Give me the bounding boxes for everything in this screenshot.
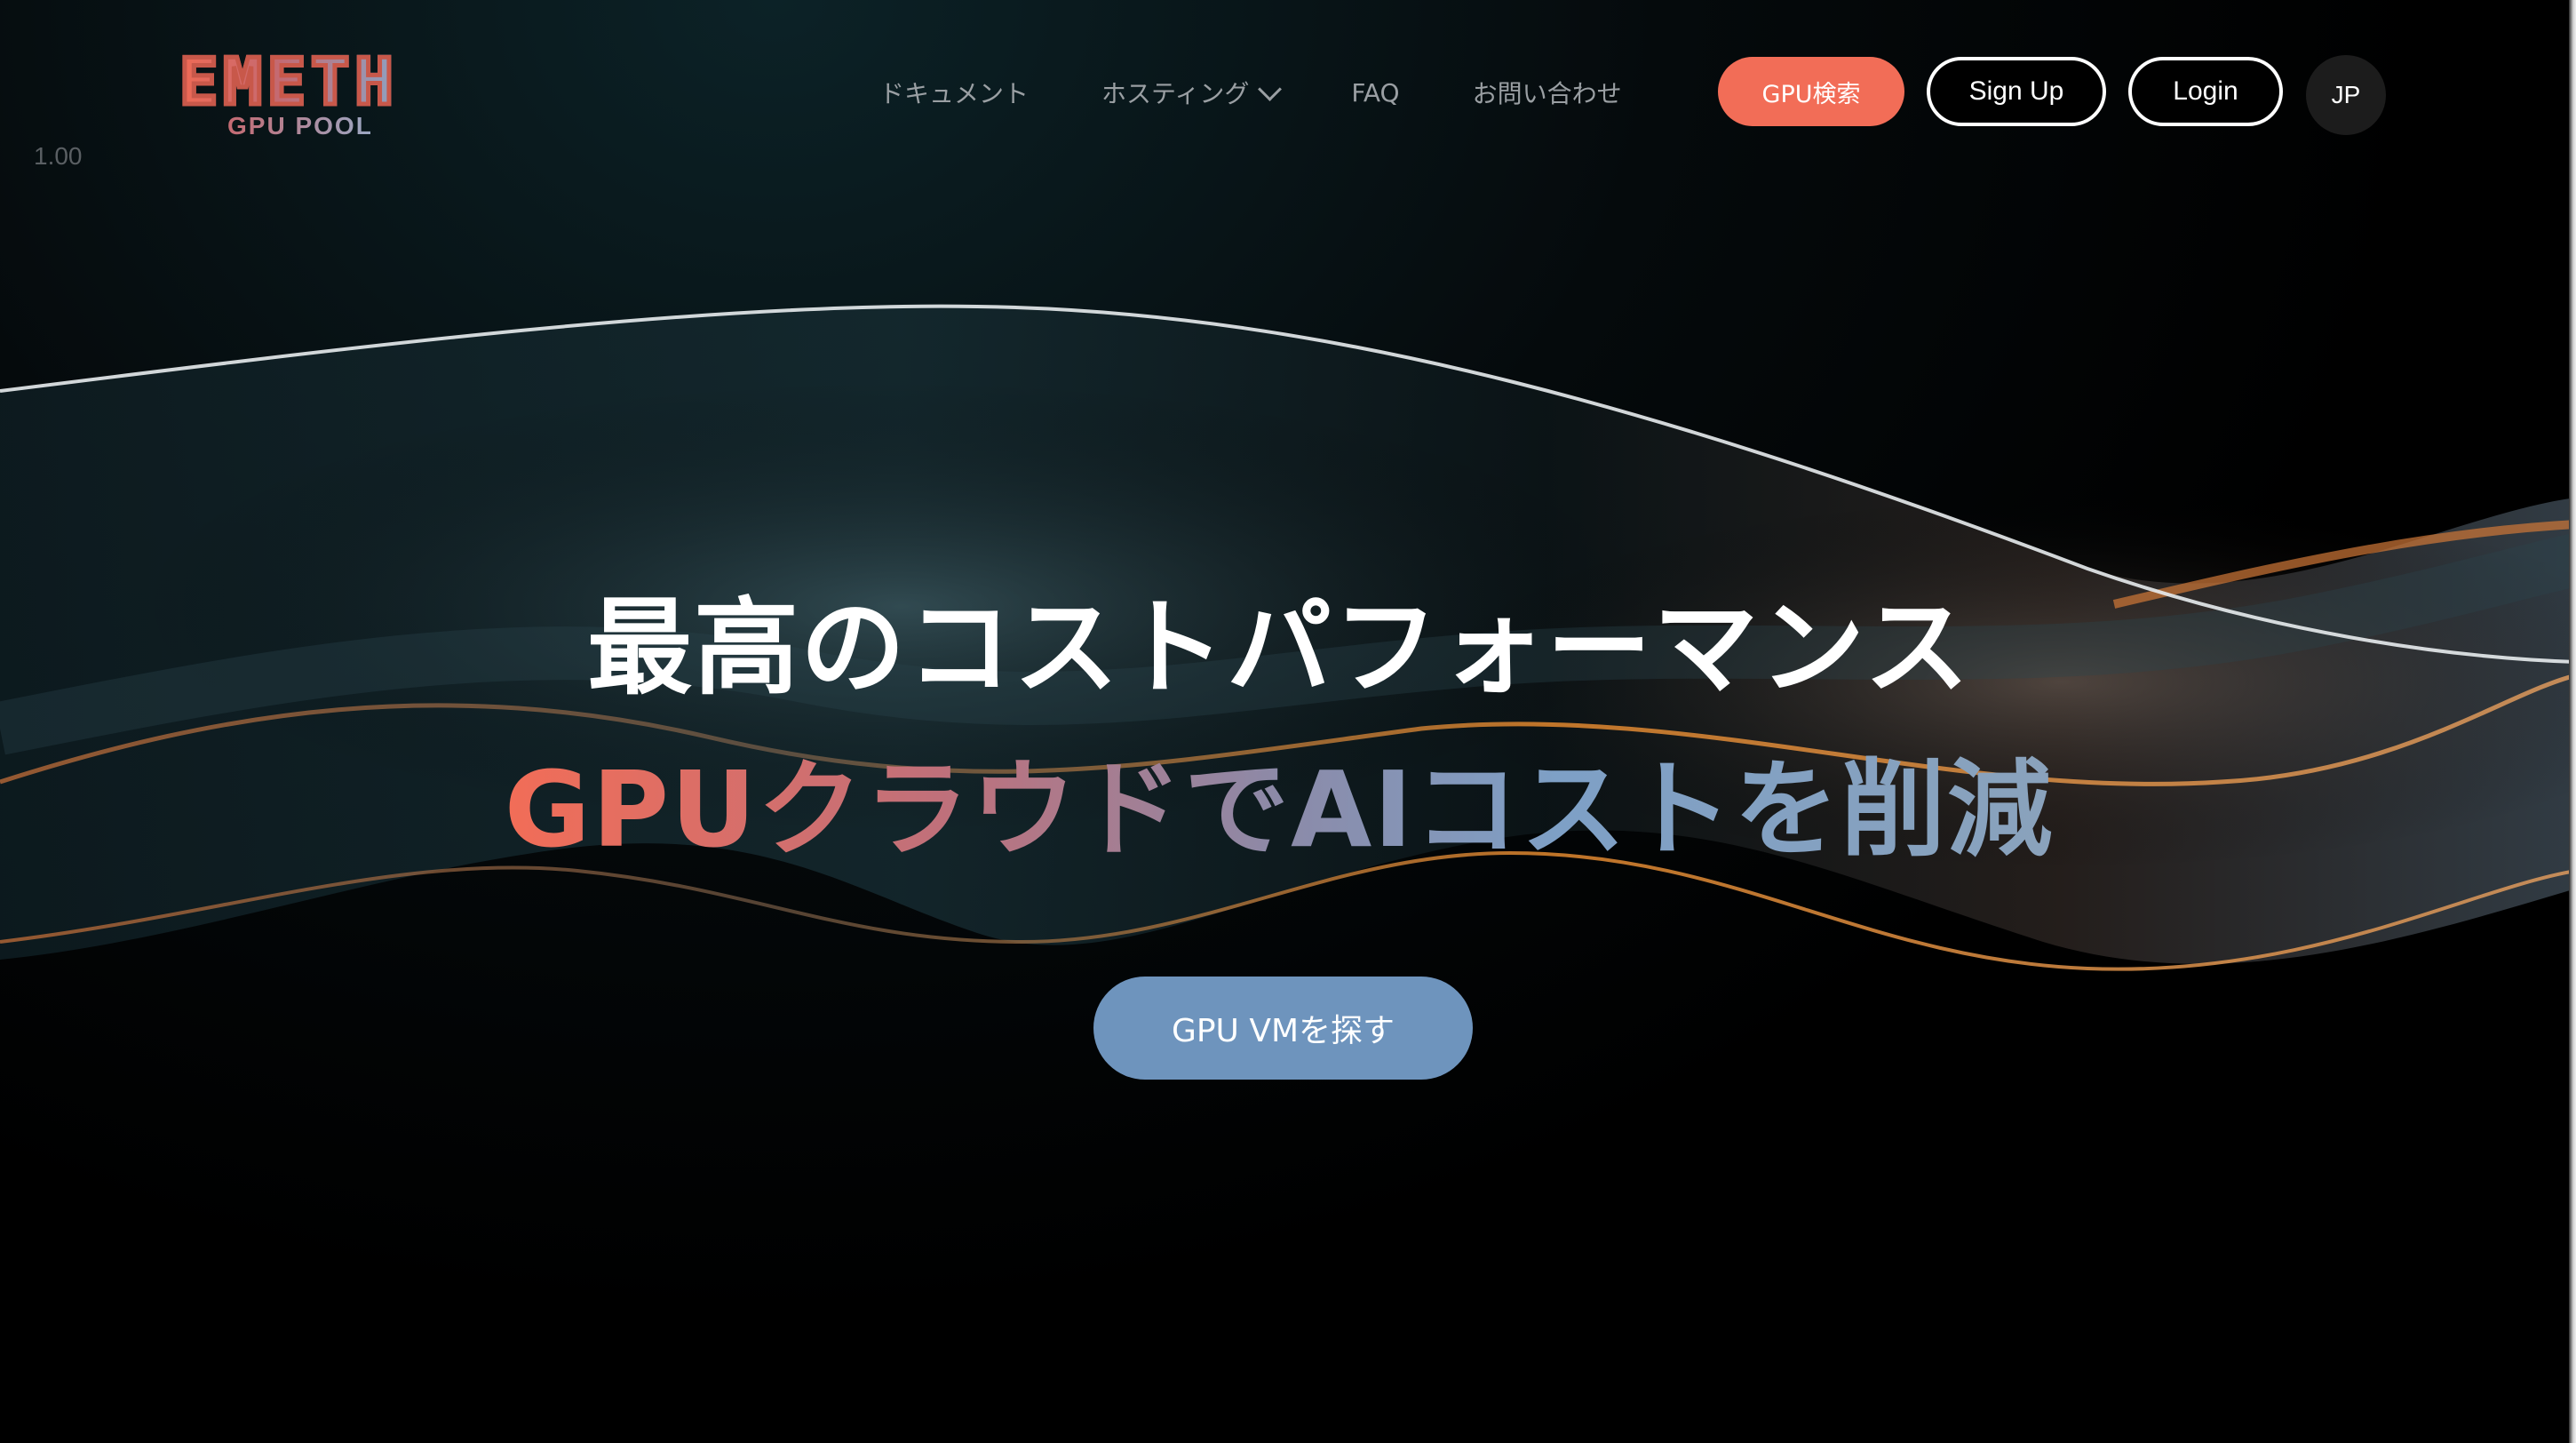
page-scrollbar[interactable]: [2569, 0, 2576, 1443]
emeth-logo[interactable]: EMETH GPU POOL: [178, 44, 437, 142]
logo-subtitle: GPU POOL: [227, 112, 373, 140]
version-label: 1.00: [34, 142, 83, 170]
login-button[interactable]: Login: [2128, 57, 2283, 126]
hero-subtitle: GPUクラウドでAIコストを削減: [0, 743, 2558, 876]
hero-subtitle-text: GPUクラウドでAIコストを削減: [504, 748, 2055, 871]
nav-faq[interactable]: FAQ: [1351, 71, 1399, 114]
main-nav: ドキュメント ホスティング FAQ お問い合わせ: [879, 71, 1622, 114]
hero-title: 最高のコストパフォーマンス: [587, 586, 1971, 709]
language-switcher[interactable]: JP: [2306, 55, 2386, 135]
logo-wordmark: EMETH: [178, 44, 399, 119]
nav-faq-label: FAQ: [1351, 77, 1400, 108]
nav-documents-label: ドキュメント: [879, 79, 1030, 108]
nav-contact[interactable]: お問い合わせ: [1473, 71, 1622, 114]
chevron-down-icon: [1258, 76, 1283, 101]
signup-button[interactable]: Sign Up: [1927, 57, 2106, 126]
landing-page: EMETH GPU POOL 1.00 ドキュメント ホスティング FAQ お問…: [0, 0, 2576, 1443]
hero-wave-graphic: [0, 267, 2576, 1022]
gpu-search-button[interactable]: GPU検索: [1718, 57, 1904, 126]
nav-hosting-label: ホスティング: [1101, 79, 1250, 108]
find-gpu-vm-button[interactable]: GPU VMを探す: [1093, 977, 1473, 1080]
nav-contact-label: お問い合わせ: [1472, 79, 1622, 108]
nav-documents[interactable]: ドキュメント: [879, 71, 1029, 114]
nav-hosting[interactable]: ホスティング: [1101, 71, 1283, 114]
